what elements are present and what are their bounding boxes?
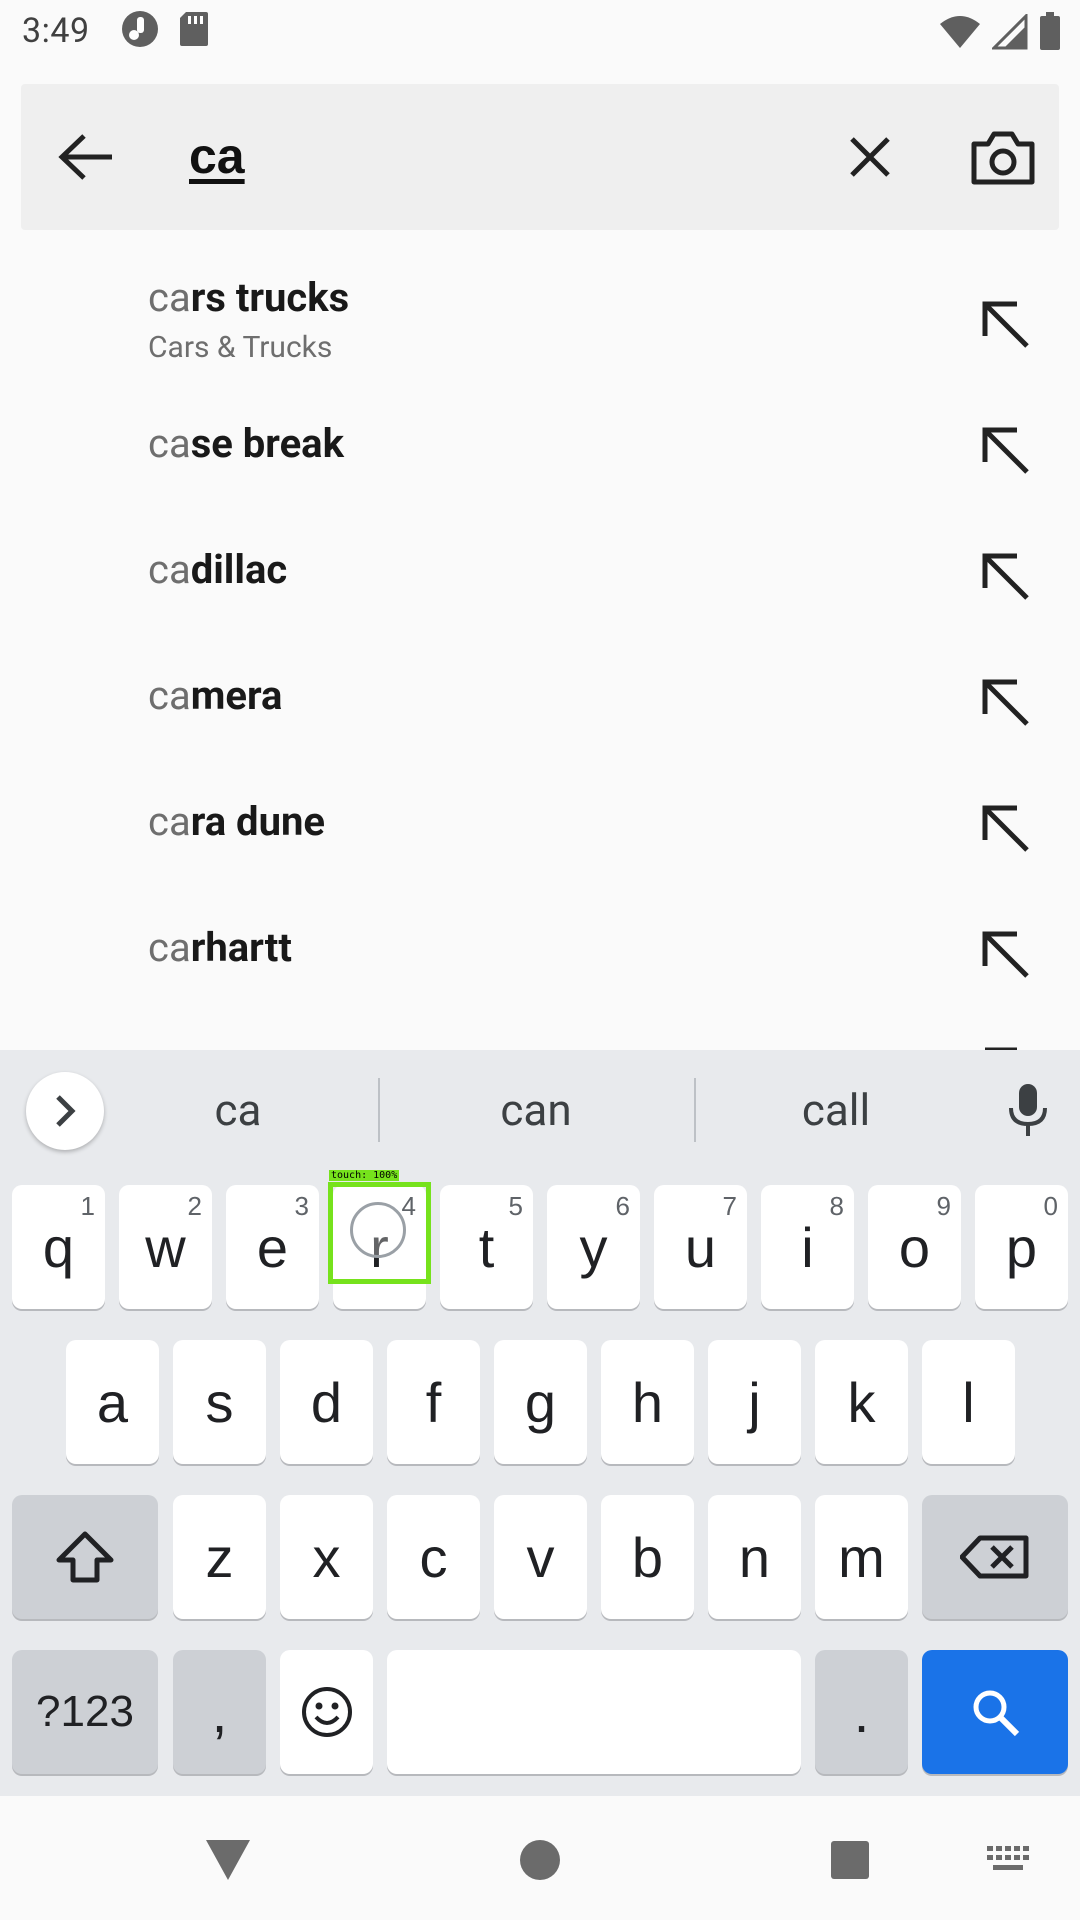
arrow-up-left-icon[interactable] [975, 924, 1035, 984]
circle-icon [520, 1840, 560, 1880]
divider [694, 1078, 696, 1142]
wifi-icon [938, 14, 982, 54]
key-f[interactable]: f [387, 1340, 480, 1464]
keyboard-suggestion-strip: ca can call [0, 1050, 1080, 1170]
key-y[interactable]: y6 [547, 1185, 640, 1309]
app-notification-icon [120, 9, 160, 53]
key-t[interactable]: t5 [440, 1185, 533, 1309]
signal-icon [990, 12, 1028, 54]
arrow-up-left-icon[interactable] [975, 798, 1035, 858]
key-g[interactable]: g [494, 1340, 587, 1464]
keyboard-switch-button[interactable] [978, 1830, 1038, 1890]
key-q[interactable]: q1 [12, 1185, 105, 1309]
suggestion-list: cars trucks Cars & Trucks case break cad… [0, 240, 1080, 1050]
period-key[interactable]: . [815, 1650, 908, 1774]
key-c[interactable]: c [387, 1495, 480, 1619]
touch-label: touch: 100% [329, 1170, 400, 1181]
sd-card-icon [178, 10, 210, 52]
key-x[interactable]: x [280, 1495, 373, 1619]
nav-back-button[interactable] [198, 1830, 258, 1890]
suggestion-item[interactable]: case break [0, 400, 1080, 526]
key-w[interactable]: w2 [119, 1185, 212, 1309]
status-time: 3:49 [22, 11, 90, 51]
space-key[interactable] [387, 1650, 801, 1774]
arrow-up-left-icon[interactable] [975, 420, 1035, 480]
key-j[interactable]: j [708, 1340, 801, 1464]
key-h[interactable]: h [601, 1340, 694, 1464]
suggestion-category: Cars & Trucks [148, 330, 333, 365]
key-n[interactable]: n [708, 1495, 801, 1619]
comma-key[interactable]: , [173, 1650, 266, 1774]
suggestion-item[interactable]: cadillac [0, 526, 1080, 652]
search-key[interactable] [922, 1650, 1068, 1774]
touch-highlight-box [328, 1182, 431, 1284]
key-d[interactable]: d [280, 1340, 373, 1464]
key-i[interactable]: i8 [761, 1185, 854, 1309]
microphone-button[interactable] [1000, 1080, 1056, 1140]
search-input[interactable] [169, 108, 809, 204]
battery-icon [1038, 12, 1062, 56]
key-z[interactable]: z [173, 1495, 266, 1619]
keyboard-suggestion[interactable]: can [436, 1084, 636, 1136]
search-icon [973, 1690, 1020, 1737]
divider [378, 1078, 380, 1142]
back-button[interactable] [51, 122, 121, 192]
key-a[interactable]: a [66, 1340, 159, 1464]
emoji-key[interactable] [280, 1650, 373, 1774]
status-bar: 3:49 [0, 0, 1080, 62]
keyboard-suggestion[interactable]: call [736, 1084, 936, 1136]
shift-icon [56, 1531, 114, 1583]
microphone-icon [1009, 1084, 1047, 1136]
square-icon [831, 1841, 869, 1879]
suggestion-item[interactable]: cara dune [0, 778, 1080, 904]
suggestion-item[interactable]: camera [0, 652, 1080, 778]
chevron-right-icon [56, 1095, 76, 1127]
key-u[interactable]: u7 [654, 1185, 747, 1309]
clear-button[interactable] [835, 122, 905, 192]
symbols-key[interactable]: ?123 [12, 1650, 158, 1774]
arrow-up-left-icon [985, 1047, 1017, 1050]
key-v[interactable]: v [494, 1495, 587, 1619]
backspace-icon [960, 1535, 1029, 1579]
navigation-bar [0, 1796, 1080, 1920]
expand-toolbar-button[interactable] [26, 1072, 104, 1150]
key-b[interactable]: b [601, 1495, 694, 1619]
key-s[interactable]: s [173, 1340, 266, 1464]
keyboard-icon [987, 1846, 1029, 1870]
key-o[interactable]: o9 [868, 1185, 961, 1309]
emoji-icon [301, 1687, 352, 1737]
suggestion-item[interactable]: cars trucks Cars & Trucks [0, 268, 1080, 388]
camera-button[interactable] [961, 116, 1045, 200]
triangle-down-icon [206, 1840, 250, 1880]
close-icon [850, 137, 890, 177]
arrow-up-left-icon[interactable] [975, 672, 1035, 732]
key-e[interactable]: e3 [226, 1185, 319, 1309]
arrow-up-left-icon[interactable] [975, 294, 1035, 354]
key-k[interactable]: k [815, 1340, 908, 1464]
key-l[interactable]: l [922, 1340, 1015, 1464]
backspace-key[interactable] [922, 1495, 1068, 1619]
nav-recents-button[interactable] [820, 1830, 880, 1890]
camera-icon [971, 131, 1035, 185]
nav-home-button[interactable] [510, 1830, 570, 1890]
suggestion-item[interactable]: carhartt [0, 904, 1080, 1030]
suggestion-item-partial [0, 1030, 1080, 1050]
key-m[interactable]: m [815, 1495, 908, 1619]
arrow-up-left-icon[interactable] [975, 546, 1035, 606]
search-bar [21, 84, 1059, 230]
shift-key[interactable] [12, 1495, 158, 1619]
key-p[interactable]: p0 [975, 1185, 1068, 1309]
arrow-left-icon [58, 134, 112, 180]
keyboard-suggestion[interactable]: ca [138, 1084, 338, 1136]
